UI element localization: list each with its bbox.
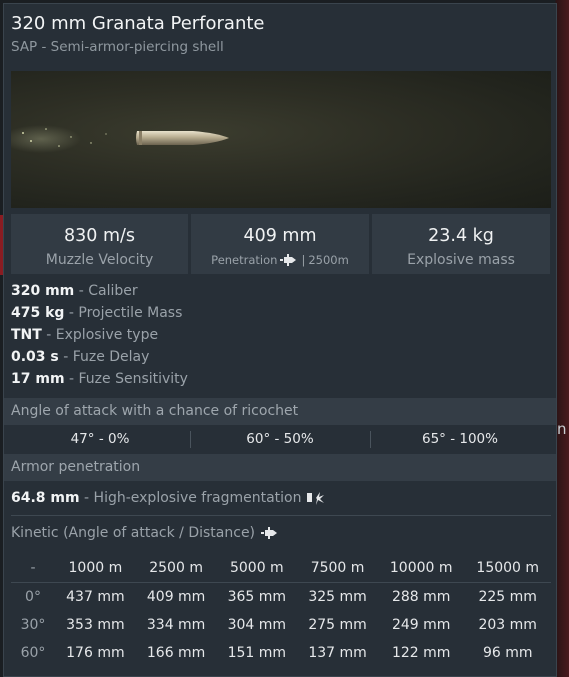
table-row: 60° 176 mm 166 mm 151 mm 137 mm 122 mm 9… xyxy=(11,639,551,667)
kinetic-header: Kinetic (Angle of attack / Distance) xyxy=(11,525,279,541)
shell-penetration-icon xyxy=(261,527,278,539)
ricochet-cell: 47° - 0% xyxy=(70,431,130,447)
table-cell: 365 mm xyxy=(227,589,287,605)
caliber-value: 320 mm xyxy=(11,283,75,299)
table-cell: 275 mm xyxy=(308,617,367,633)
frag-label: - High-explosive fragmentation xyxy=(84,490,302,506)
table-cell: 151 mm xyxy=(227,645,287,661)
table-cell: 96 mm xyxy=(482,645,533,661)
table-cell: 353 mm xyxy=(66,617,125,633)
penetration-distance-sep: | xyxy=(301,253,306,267)
shell-preview-image xyxy=(11,71,551,208)
table-cell: 122 mm xyxy=(391,645,451,661)
table-cell: 137 mm xyxy=(308,645,367,661)
table-header-row: - 1000 m 2500 m 5000 m 7500 m 10000 m 15… xyxy=(11,554,551,583)
penetration-value: 409 mm xyxy=(243,226,317,246)
ricochet-section-header: Angle of attack with a chance of ricoche… xyxy=(4,398,556,425)
table-row-angle: 0° xyxy=(25,589,41,605)
shell-projectile-image xyxy=(11,125,229,153)
info-projectile-mass: 475 kg - Projectile Mass xyxy=(11,305,182,321)
shell-title: 320 mm Granata Perforante xyxy=(11,13,265,34)
penetration-label-row: Penetration | 2500m xyxy=(191,253,369,267)
ricochet-header-text: Angle of attack with a chance of ricoche… xyxy=(11,403,299,419)
fuze-sensitivity-value: 17 mm xyxy=(11,371,65,387)
armor-header-text: Armor penetration xyxy=(11,459,141,475)
table-row-angle: 30° xyxy=(20,617,46,633)
table-row: 30° 353 mm 334 mm 304 mm 275 mm 249 mm 2… xyxy=(11,611,551,639)
table-cell: 166 mm xyxy=(146,645,206,661)
table-cell: 249 mm xyxy=(391,617,451,633)
table-header-cell: 7500 m xyxy=(297,554,378,583)
stat-explosive-mass: 23.4 kg Explosive mass xyxy=(372,214,550,274)
table-cell: 325 mm xyxy=(308,589,367,605)
penetration-label: Penetration xyxy=(211,253,278,267)
penetration-table: - 1000 m 2500 m 5000 m 7500 m 10000 m 15… xyxy=(11,554,551,667)
projectile-mass-value: 475 kg xyxy=(11,305,65,321)
info-fuze-sensitivity: 17 mm - Fuze Sensitivity xyxy=(11,371,188,387)
fuze-delay-label: - Fuze Delay xyxy=(63,349,150,365)
table-cell: 225 mm xyxy=(478,589,537,605)
armor-penetration-header: Armor penetration xyxy=(4,454,556,481)
table-cell: 304 mm xyxy=(227,617,287,633)
projectile-mass-label: - Projectile Mass xyxy=(68,305,183,321)
ricochet-row: 47° - 0% 60° - 50% 65° - 100% xyxy=(4,428,556,452)
table-cell: 409 mm xyxy=(146,589,206,605)
kinetic-label: Kinetic (Angle of attack / Distance) xyxy=(11,525,256,541)
ricochet-cell: 60° - 50% xyxy=(246,431,314,447)
table-cell: 334 mm xyxy=(146,617,206,633)
table-header-cell: 10000 m xyxy=(377,554,465,583)
ricochet-cell: 65° - 100% xyxy=(422,431,498,447)
explosive-type-value: TNT xyxy=(11,327,42,343)
table-cell: 437 mm xyxy=(66,589,125,605)
muzzle-velocity-value: 830 m/s xyxy=(63,226,136,246)
explosion-fragment-icon xyxy=(307,492,325,505)
stat-penetration: 409 mm Penetration | 2500m xyxy=(191,214,369,274)
explosive-mass-label: Explosive mass xyxy=(407,252,515,268)
table-cell: 176 mm xyxy=(66,645,125,661)
fuze-delay-value: 0.03 s xyxy=(11,349,59,365)
muzzle-velocity-label: Muzzle Velocity xyxy=(45,252,154,268)
fragmentation-line: 64.8 mm - High-explosive fragmentation xyxy=(11,490,325,506)
table-header-cell: 5000 m xyxy=(216,554,298,583)
table-row-angle: 60° xyxy=(20,645,46,661)
shell-subtitle: SAP - Semi-armor-piercing shell xyxy=(11,39,224,55)
stat-muzzle-velocity: 830 m/s Muzzle Velocity xyxy=(11,214,188,274)
table-cell: 288 mm xyxy=(391,589,451,605)
table-header-cell: 1000 m xyxy=(55,554,136,583)
info-fuze-delay: 0.03 s - Fuze Delay xyxy=(11,349,149,365)
explosive-type-label: - Explosive type xyxy=(46,327,159,343)
section-divider xyxy=(11,515,551,516)
shell-tooltip-panel: 320 mm Granata Perforante SAP - Semi-arm… xyxy=(3,3,557,677)
table-row: 0° 437 mm 409 mm 365 mm 325 mm 288 mm 22… xyxy=(11,583,551,612)
table-header-cell: 2500 m xyxy=(135,554,217,583)
table-cell: 203 mm xyxy=(478,617,537,633)
fuze-sensitivity-label: - Fuze Sensitivity xyxy=(69,371,188,387)
shell-penetration-icon xyxy=(280,254,297,266)
info-explosive-type: TNT - Explosive type xyxy=(11,327,158,343)
table-header-cell: 15000 m xyxy=(464,554,551,583)
caliber-label: - Caliber xyxy=(78,283,138,299)
background-text: n xyxy=(557,420,567,438)
frag-value: 64.8 mm xyxy=(11,490,80,506)
table-header-cell: - xyxy=(11,554,55,583)
info-caliber: 320 mm - Caliber xyxy=(11,283,138,299)
explosive-mass-value: 23.4 kg xyxy=(428,226,494,246)
penetration-distance: 2500m xyxy=(308,253,349,267)
